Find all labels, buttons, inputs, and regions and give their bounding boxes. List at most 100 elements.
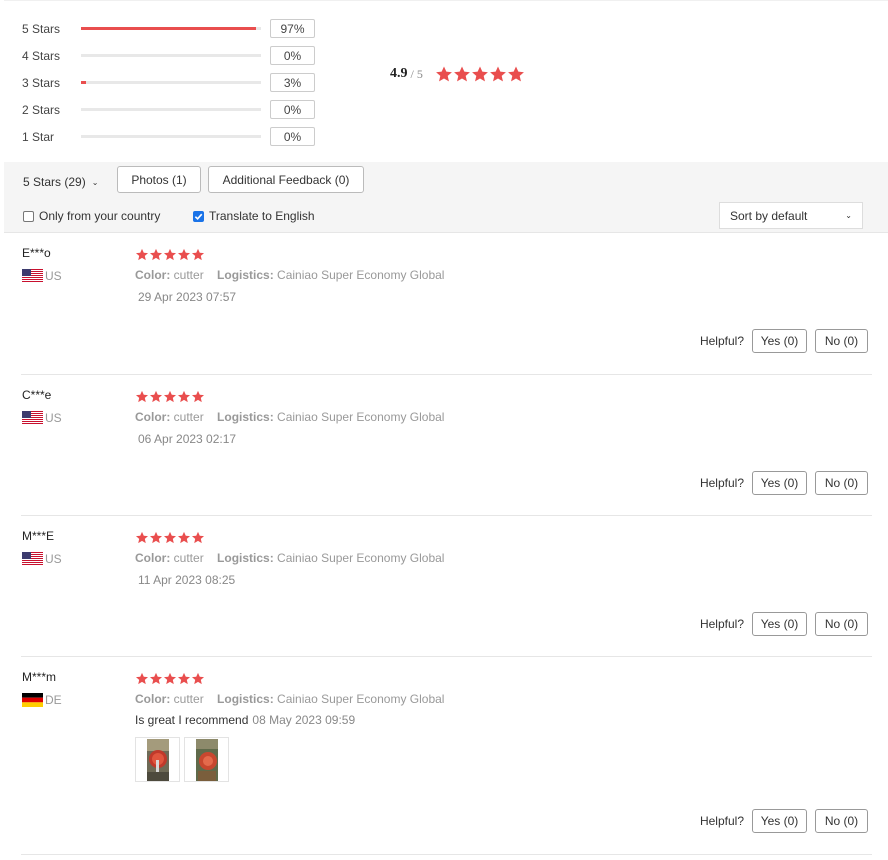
histogram-label: 2 Stars	[22, 102, 61, 117]
logistics-label: Logistics:	[217, 410, 274, 424]
star-icon	[135, 531, 149, 544]
reviewer-name: M***m	[22, 670, 57, 684]
helpful-section: Helpful? Yes (0) No (0)	[700, 809, 868, 833]
color-label: Color:	[135, 551, 171, 565]
reviewer-country: US	[22, 269, 62, 283]
helpful-label: Helpful?	[699, 476, 744, 490]
country-code: US	[45, 269, 62, 283]
review-sku-info: Color: cutter Logistics: Cainiao Super E…	[135, 692, 444, 706]
star-icon	[177, 390, 191, 403]
review-photo-thumbnail[interactable]	[135, 737, 180, 782]
reviewer-name: E***o	[22, 246, 51, 260]
review-item: M***m DE Color: cutter Logistics: Cainia…	[21, 657, 872, 855]
translate-checkbox[interactable]: Translate to English	[193, 209, 315, 223]
helpful-yes-button[interactable]: Yes (0)	[752, 471, 807, 495]
histogram-percent: 0%	[270, 46, 315, 65]
review-item: C***e US Color: cutter Logistics: Cainia…	[21, 375, 872, 516]
histogram-fill	[81, 81, 87, 84]
histogram-row-4[interactable]: 4 Stars 0%	[22, 42, 322, 69]
logistics-label: Logistics:	[217, 692, 274, 706]
country-code: DE	[45, 693, 62, 707]
star-icon	[163, 248, 177, 261]
helpful-no-button[interactable]: No (0)	[815, 329, 868, 353]
helpful-no-button[interactable]: No (0)	[815, 809, 868, 833]
checkbox-unchecked-icon	[23, 210, 34, 222]
histogram-row-5[interactable]: 5 Stars 97%	[22, 15, 322, 42]
helpful-yes-button[interactable]: Yes (0)	[752, 612, 807, 636]
star-filter-dropdown[interactable]: 5 Stars (29) ⌄	[23, 174, 98, 190]
sort-dropdown[interactable]: Sort by default ⌄	[719, 202, 863, 229]
histogram-track	[81, 108, 261, 111]
star-icon	[135, 390, 149, 403]
star-icon	[191, 672, 205, 685]
histogram-track	[81, 81, 261, 84]
review-text-row: Is great I recommend 08 May 2023 09:59	[135, 713, 355, 727]
histogram-percent: 0%	[270, 127, 315, 146]
star-icon	[191, 390, 205, 403]
star-icon	[191, 248, 205, 261]
star-icon	[507, 65, 525, 83]
review-stars	[135, 248, 205, 261]
review-stars	[135, 672, 205, 685]
star-icon	[435, 65, 453, 83]
histogram-track	[81, 135, 261, 138]
chevron-down-icon: ⌄	[845, 211, 852, 220]
reviewer-country: US	[22, 552, 62, 566]
reviewer-name: M***E	[22, 529, 55, 543]
color-value: cutter	[173, 410, 204, 424]
average-score: 4.9	[390, 66, 408, 81]
review-stars	[135, 390, 205, 403]
histogram-percent: 0%	[270, 100, 315, 119]
helpful-section: Helpful? Yes (0) No (0)	[700, 612, 868, 636]
helpful-yes-button[interactable]: Yes (0)	[752, 809, 807, 833]
review-stars	[135, 531, 205, 544]
review-date: 11 Apr 2023 08:25	[138, 573, 236, 587]
reviewer-country: DE	[22, 693, 62, 707]
color-label: Color:	[135, 410, 171, 424]
star-icon	[135, 248, 149, 261]
review-sku-info: Color: cutter Logistics: Cainiao Super E…	[135, 268, 444, 282]
review-photo-thumbnail[interactable]	[184, 737, 229, 782]
color-value: cutter	[173, 692, 204, 706]
star-icon	[177, 248, 191, 261]
helpful-label: Helpful?	[699, 617, 744, 631]
star-icon	[149, 531, 163, 544]
us-flag-icon	[22, 552, 45, 566]
histogram-row-3[interactable]: 3 Stars 3%	[22, 69, 322, 96]
average-stars	[435, 65, 525, 83]
star-icon	[177, 531, 191, 544]
histogram-row-1[interactable]: 1 Star 0%	[22, 123, 322, 150]
review-date: 06 Apr 2023 02:17	[138, 432, 237, 446]
histogram-track	[81, 54, 261, 57]
star-icon	[149, 390, 163, 403]
color-value: cutter	[173, 551, 204, 565]
histogram-label: 5 Stars	[22, 21, 61, 36]
review-text: Is great I recommend	[135, 713, 249, 727]
review-date: 29 Apr 2023 07:57	[138, 290, 237, 304]
star-icon	[191, 531, 205, 544]
only-country-checkbox[interactable]: Only from your country	[23, 209, 160, 223]
average-total: / 5	[410, 66, 423, 81]
photos-filter-button[interactable]: Photos (1)	[117, 166, 201, 193]
helpful-no-button[interactable]: No (0)	[815, 612, 868, 636]
helpful-yes-button[interactable]: Yes (0)	[752, 329, 807, 353]
star-icon	[149, 672, 163, 685]
logistics-label: Logistics:	[217, 268, 274, 282]
star-filter-label: 5 Stars (29)	[23, 175, 86, 189]
star-icon	[471, 65, 489, 83]
de-flag-icon	[22, 693, 45, 707]
helpful-no-button[interactable]: No (0)	[815, 471, 868, 495]
star-icon	[135, 672, 149, 685]
histogram-percent: 97%	[270, 19, 315, 38]
additional-feedback-button[interactable]: Additional Feedback (0)	[208, 166, 364, 193]
review-item: M***E US Color: cutter Logistics: Cainia…	[21, 516, 872, 657]
logistics-value: Cainiao Super Economy Global	[277, 551, 445, 565]
logistics-value: Cainiao Super Economy Global	[277, 268, 445, 282]
histogram-track	[81, 27, 261, 30]
star-icon	[489, 65, 507, 83]
histogram-label: 3 Stars	[22, 75, 61, 90]
histogram-row-2[interactable]: 2 Stars 0%	[22, 96, 322, 123]
review-photos	[135, 737, 233, 782]
country-code: US	[45, 411, 62, 425]
chevron-down-icon: ⌄	[91, 177, 99, 187]
